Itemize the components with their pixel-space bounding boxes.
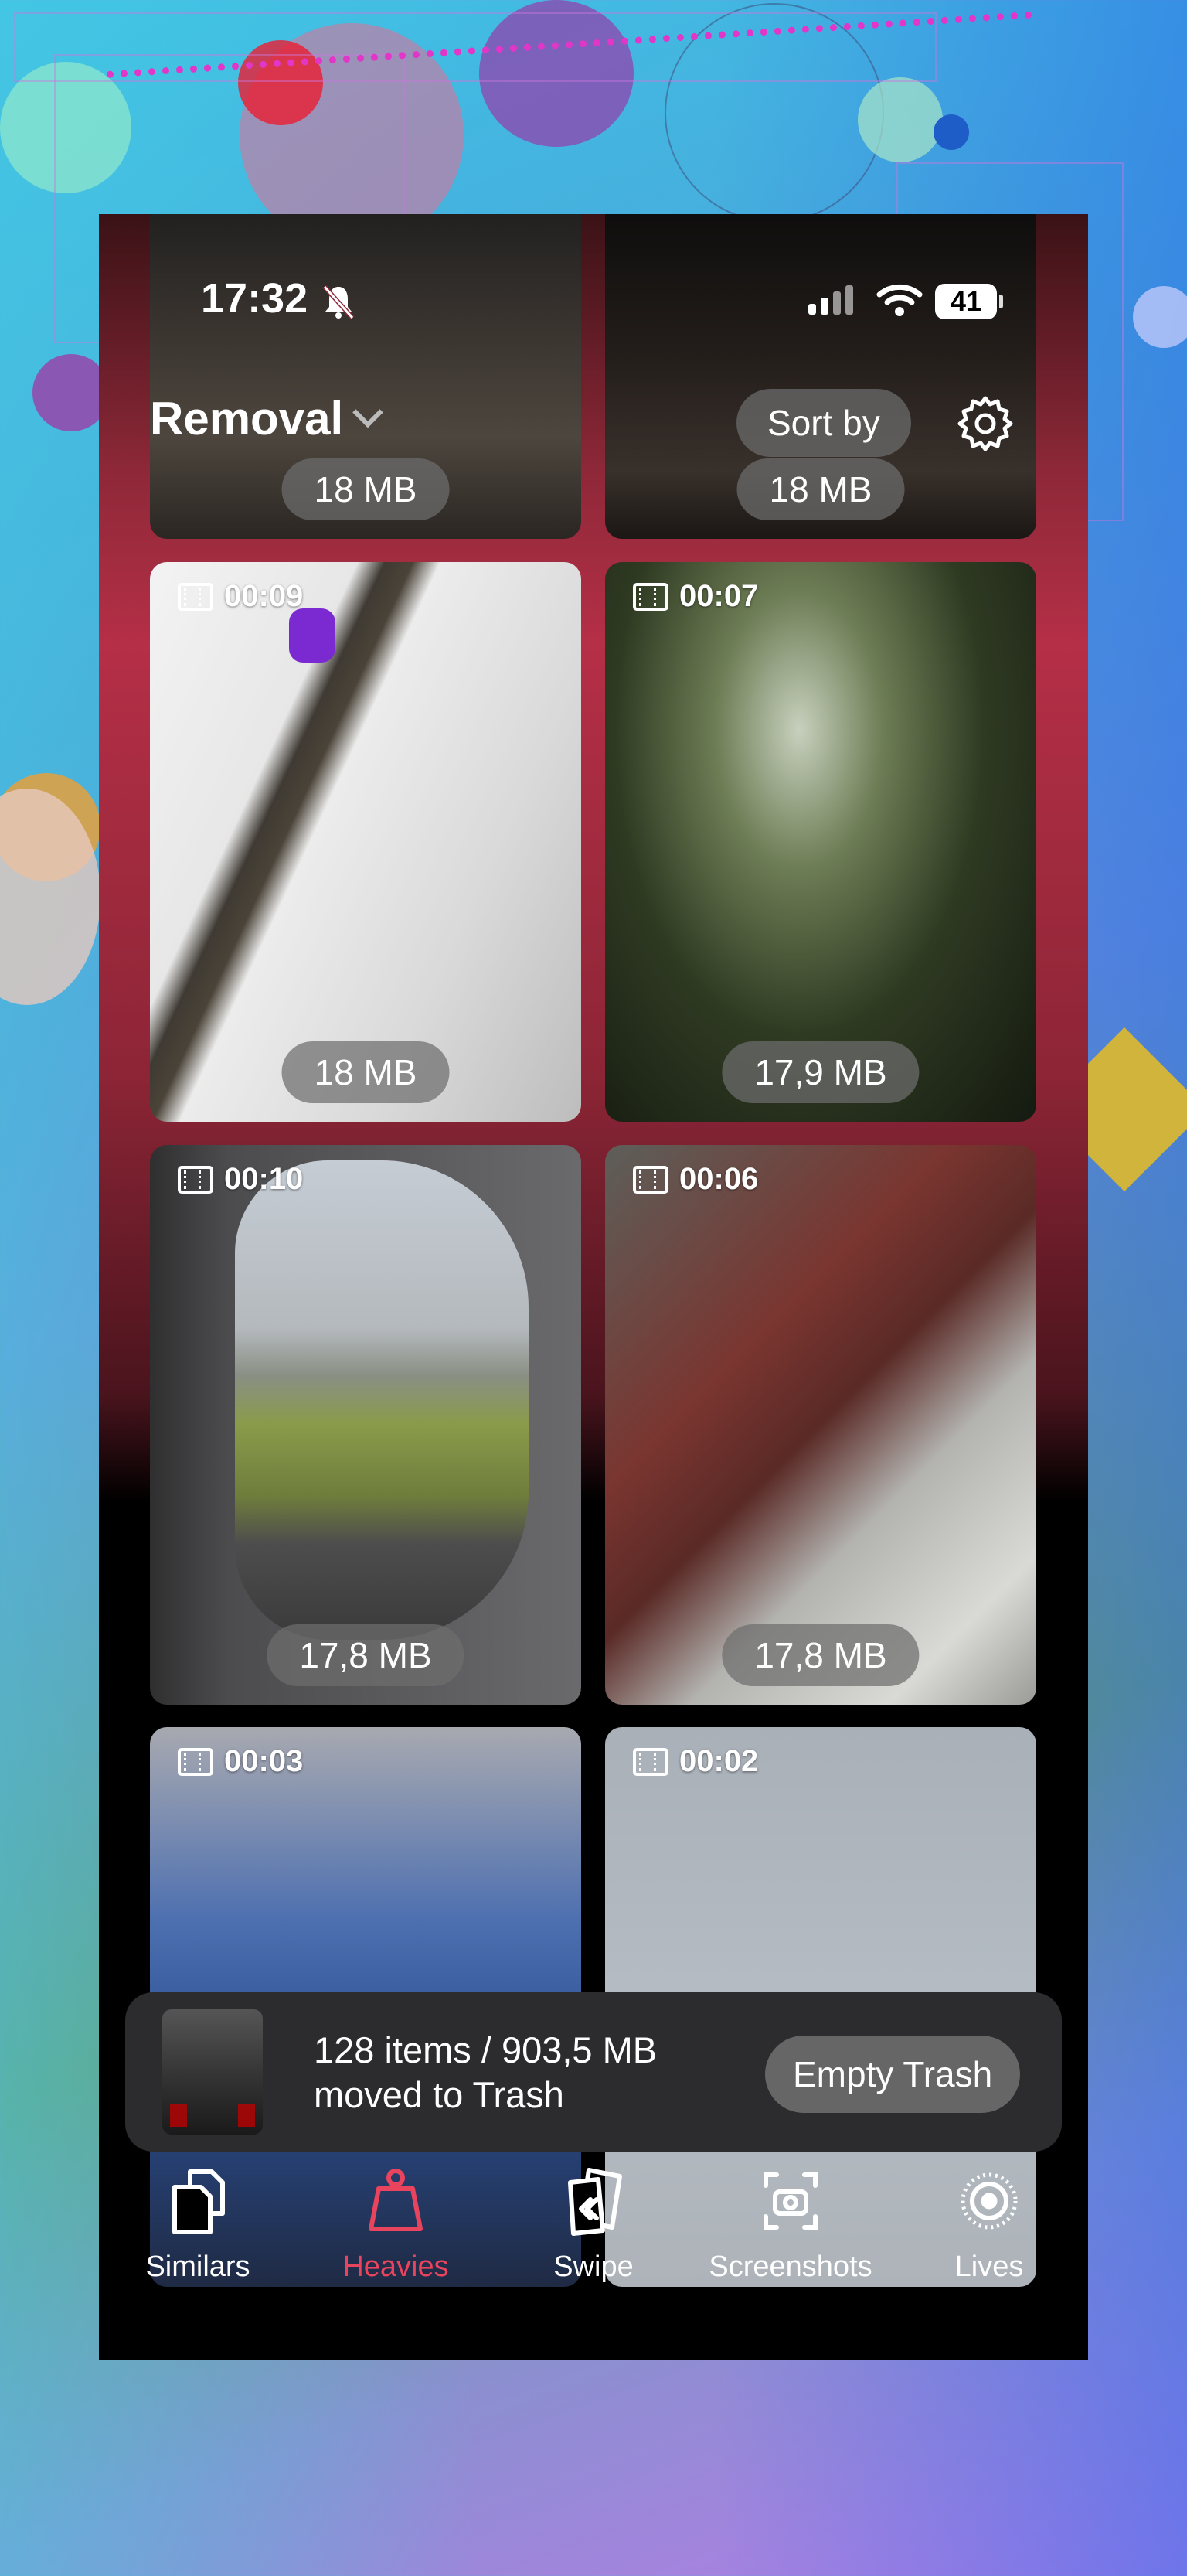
swipe-cards-icon (568, 2168, 622, 2236)
film-icon (178, 1165, 213, 1194)
duration-label: 00:10 (178, 1162, 303, 1197)
wifi-icon (876, 284, 923, 316)
film-icon (633, 1165, 668, 1194)
film-icon (178, 582, 213, 611)
weight-icon (369, 2169, 423, 2231)
dog-figure (289, 608, 335, 663)
toast-line-1: 128 items / 903,5 MB (314, 2029, 658, 2070)
video-tile[interactable]: 18 MB (605, 214, 1036, 539)
sort-by-button[interactable]: Sort by (736, 389, 911, 457)
phone-screen: 18 MB 18 MB 17:32 41 Removal Sort by 00:… (99, 214, 1088, 2360)
file-size-badge: 17,9 MB (722, 1041, 920, 1103)
tab-label: Heavies (342, 2251, 449, 2283)
file-size-badge: 17,8 MB (722, 1624, 920, 1686)
tab-heavies[interactable]: Heavies (303, 2155, 488, 2284)
album-selector[interactable]: Removal (150, 392, 383, 445)
empty-trash-button[interactable]: Empty Trash (765, 2036, 1021, 2113)
film-icon (633, 1747, 668, 1776)
film-icon (633, 582, 668, 611)
sort-by-label: Sort by (767, 403, 880, 443)
gear-icon[interactable] (955, 394, 1015, 454)
tab-label: Similars (145, 2251, 250, 2283)
chevron-down-icon (352, 397, 383, 428)
tab-swipe[interactable]: Swipe (501, 2155, 686, 2284)
tab-label: Swipe (553, 2251, 634, 2283)
video-tile[interactable]: 00:06 17,8 MB (605, 1145, 1036, 1705)
file-size-label: 17,9 MB (754, 1052, 887, 1092)
toast-thumbnail (162, 2009, 263, 2135)
video-tile[interactable]: 00:10 17,8 MB (150, 1145, 581, 1705)
file-size-label: 18 MB (314, 1052, 417, 1092)
empty-trash-label: Empty Trash (793, 2054, 993, 2094)
tab-label: Screenshots (709, 2251, 872, 2283)
file-size-label: 18 MB (769, 469, 872, 509)
status-time: 17:32 (201, 275, 308, 322)
page-title: Removal (150, 393, 344, 445)
tab-similars[interactable]: Similars (105, 2155, 291, 2284)
file-size-label: 17,8 MB (299, 1635, 432, 1675)
bell-slash-icon (323, 285, 354, 319)
documents-icon (172, 2169, 225, 2234)
file-size-badge: 18 MB (736, 458, 905, 520)
airplane-window (235, 1160, 529, 1640)
live-photo-icon (961, 2172, 1018, 2230)
duration-label: 00:03 (178, 1744, 303, 1779)
file-size-label: 18 MB (314, 469, 417, 509)
battery-level: 41 (950, 285, 982, 317)
decor-circle (32, 354, 110, 431)
tab-screenshots[interactable]: Screenshots (698, 2155, 883, 2284)
video-tile[interactable]: 00:09 18 MB (150, 562, 581, 1122)
film-icon (178, 1747, 213, 1776)
duration-label: 00:07 (633, 579, 758, 614)
file-size-badge: 17,8 MB (267, 1624, 464, 1686)
duration-label: 00:02 (633, 1744, 758, 1779)
duration-label: 00:09 (178, 579, 303, 614)
file-size-badge: 18 MB (281, 458, 450, 520)
video-tile[interactable]: 18 MB (150, 214, 581, 539)
decor-circle (934, 114, 969, 150)
duration-label: 00:06 (633, 1162, 758, 1197)
decor-circle (858, 77, 943, 162)
battery-indicator: 41 (935, 284, 1003, 319)
tab-lives[interactable]: Lives (896, 2155, 1082, 2284)
tab-bar: Similars Heavies Swipe Screenshots Lives (99, 2155, 1088, 2309)
cellular-signal-icon (808, 285, 853, 315)
decor-circle (1133, 286, 1187, 348)
screenshot-camera-icon (764, 2172, 818, 2230)
video-tile[interactable]: 00:07 17,9 MB (605, 562, 1036, 1122)
file-size-badge: 18 MB (281, 1041, 450, 1103)
trash-toast: 128 items / 903,5 MB moved to Trash Empt… (125, 1992, 1062, 2152)
tab-label: Lives (954, 2251, 1024, 2283)
file-size-label: 17,8 MB (754, 1635, 887, 1675)
toast-line-2: moved to Trash (314, 2074, 564, 2115)
status-bar: 17:32 41 (99, 268, 1088, 346)
toast-message: 128 items / 903,5 MB moved to Trash (314, 2028, 657, 2118)
